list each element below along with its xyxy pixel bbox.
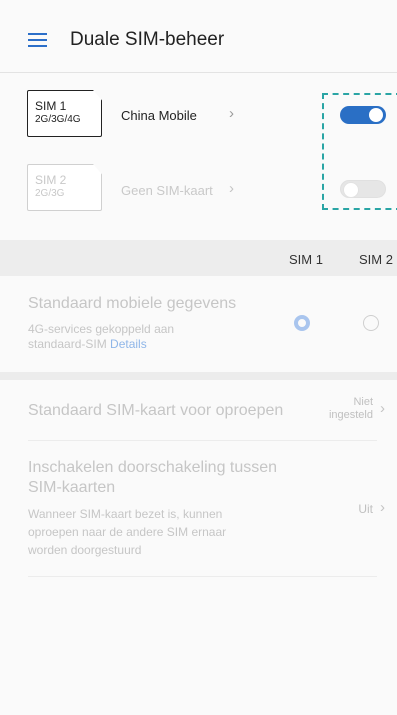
forwarding-desc-line2: oproepen naar de andere SIM ernaar bbox=[28, 525, 227, 539]
forwarding-desc-line3: worden doorgestuurd bbox=[28, 543, 142, 557]
column-sim2-label: SIM 2 bbox=[359, 252, 393, 267]
call-sim-value-line1: Niet bbox=[353, 396, 373, 408]
sim1-card-icon: SIM 1 2G/3G/4G bbox=[27, 90, 102, 137]
mobile-data-sim2-radio[interactable] bbox=[363, 315, 379, 331]
sim1-carrier-name[interactable]: China Mobile bbox=[121, 108, 197, 123]
sim1-card-label: SIM 1 bbox=[35, 99, 67, 113]
sim-column-header: SIM 1 SIM 2 bbox=[0, 240, 397, 276]
hamburger-menu-icon[interactable] bbox=[28, 33, 47, 47]
mobile-data-subtitle: 4G-services gekoppeld aan standaard-SIM … bbox=[28, 322, 174, 352]
call-sim-value: Niet ingesteld bbox=[329, 396, 373, 422]
header-divider bbox=[0, 72, 397, 73]
row-divider-bottom bbox=[28, 576, 377, 577]
column-sim1-label: SIM 1 bbox=[289, 252, 323, 267]
call-sim-chevron-right-icon[interactable]: › bbox=[380, 400, 385, 417]
forwarding-value: Uit bbox=[358, 502, 373, 516]
forwarding-chevron-right-icon[interactable]: › bbox=[380, 499, 385, 516]
call-sim-value-line2: ingesteld bbox=[328, 409, 373, 421]
mobile-data-subtitle-line2: standaard-SIM bbox=[28, 337, 107, 351]
toggle-highlight-box bbox=[322, 93, 397, 210]
forwarding-description: Wanneer SIM-kaart bezet is, kunnen oproe… bbox=[28, 505, 226, 559]
sim2-card-network: 2G/3G bbox=[35, 188, 65, 199]
forwarding-title: Inschakelen doorschakeling tussen SIM-ka… bbox=[28, 458, 277, 498]
forwarding-title-line1: Inschakelen doorschakeling tussen bbox=[28, 459, 278, 476]
mobile-data-sim1-radio[interactable] bbox=[294, 315, 310, 331]
sim2-card-icon: SIM 2 2G/3G bbox=[27, 164, 102, 211]
mobile-data-subtitle-line1: 4G-services gekoppeld aan bbox=[28, 322, 175, 336]
forwarding-desc-line1: Wanneer SIM-kaart bezet is, kunnen bbox=[28, 507, 223, 521]
page-title: Duale SIM-beheer bbox=[70, 29, 225, 50]
call-sim-title: Standaard SIM-kaart voor oproepen bbox=[28, 402, 284, 419]
section-gap bbox=[0, 372, 397, 380]
mobile-data-title: Standaard mobiele gegevens bbox=[28, 295, 237, 312]
details-link[interactable]: Details bbox=[110, 337, 147, 351]
sim2-chevron-right-icon[interactable]: › bbox=[229, 180, 234, 197]
sim2-carrier-name[interactable]: Geen SIM-kaart bbox=[121, 183, 213, 198]
app-header: Duale SIM-beheer bbox=[0, 0, 397, 72]
row-divider bbox=[28, 440, 377, 441]
sim1-chevron-right-icon[interactable]: › bbox=[229, 105, 234, 122]
sim1-card-network: 2G/3G/4G bbox=[35, 114, 81, 125]
sim2-card-label: SIM 2 bbox=[35, 173, 67, 187]
forwarding-title-line2: SIM-kaarten bbox=[28, 479, 116, 496]
